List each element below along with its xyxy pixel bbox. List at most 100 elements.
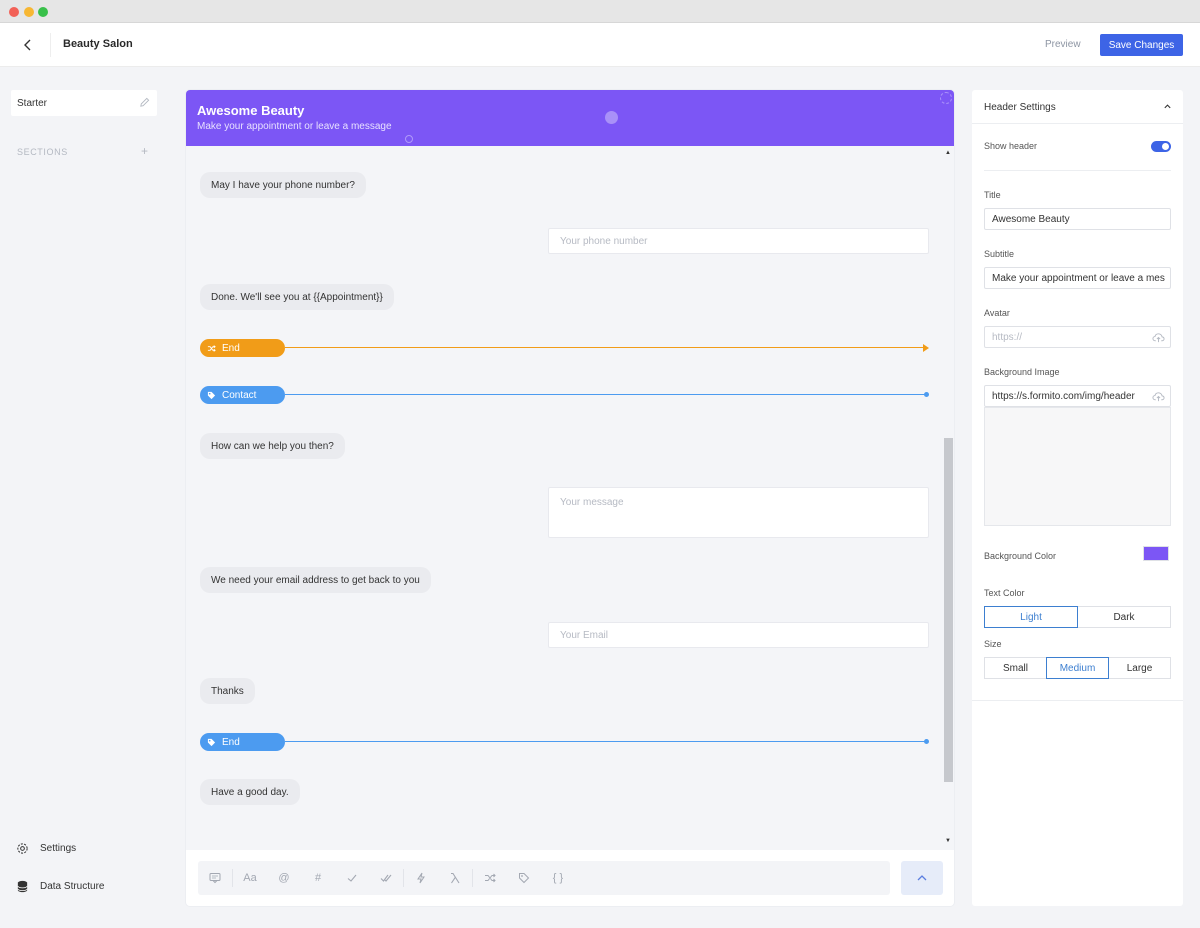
bot-message[interactable]: Done. We'll see you at {{Appointment}} (200, 284, 394, 310)
logic-label: Contact (222, 389, 257, 401)
tag-icon (207, 738, 216, 746)
chevron-left-icon (24, 39, 31, 51)
double-check-icon[interactable] (369, 861, 403, 895)
data-structure-label: Data Structure (40, 880, 105, 892)
header-decoration (605, 111, 618, 124)
topbar-divider (50, 33, 51, 57)
background-image-input[interactable]: https://s.formito.com/img/header (984, 385, 1148, 407)
tag-icon (207, 391, 216, 399)
title-label: Title (984, 190, 1001, 200)
avatar-url-input[interactable]: https:// (984, 326, 1148, 348)
number-input-icon[interactable]: # (301, 861, 335, 895)
preview-link[interactable]: Preview (1045, 39, 1081, 50)
logic-connector (285, 347, 923, 348)
bot-message[interactable]: We need your email address to get back t… (200, 567, 431, 593)
text-color-dark-button[interactable]: Dark (1077, 606, 1171, 628)
logic-pill-end[interactable]: End (200, 733, 285, 751)
add-section-button[interactable]: + (141, 144, 148, 158)
minimize-window-button[interactable] (24, 7, 34, 17)
top-bar: Beauty Salon Preview Save Changes (0, 23, 1200, 67)
show-header-label: Show header (984, 141, 1038, 151)
subtitle-label: Subtitle (984, 249, 1015, 259)
chat-header: Awesome Beauty Make your appointment or … (186, 90, 954, 146)
settings-panel-title: Header Settings (984, 102, 1056, 113)
background-image-upload-button[interactable] (1147, 385, 1171, 407)
logic-connector (285, 394, 925, 395)
size-selector: Small Medium Large (984, 657, 1171, 679)
pencil-icon[interactable] (139, 97, 150, 108)
close-window-button[interactable] (9, 7, 19, 17)
save-changes-button[interactable]: Save Changes (1100, 34, 1183, 56)
bot-message[interactable]: Thanks (200, 678, 255, 704)
shuffle-icon (207, 344, 216, 352)
phone-input[interactable]: Your phone number (548, 228, 929, 254)
logic-pill-end[interactable]: End (200, 339, 285, 357)
subtitle-input[interactable]: Make your appointment or leave a mes (984, 267, 1171, 289)
chat-header-subtitle: Make your appointment or leave a message (197, 121, 392, 132)
background-color-swatch[interactable] (1143, 546, 1169, 561)
braces-icon[interactable]: { } (541, 861, 575, 895)
connector-dot (924, 739, 929, 744)
email-input-icon[interactable]: @ (267, 861, 301, 895)
connector-dot (924, 392, 929, 397)
lambda-icon[interactable] (438, 861, 472, 895)
divider (984, 170, 1171, 171)
editor-toolbar: Aa @ # { } (198, 861, 890, 895)
chat-canvas: Awesome Beauty Make your appointment or … (186, 90, 954, 906)
size-medium-button[interactable]: Medium (1046, 657, 1109, 679)
logic-label: End (222, 736, 240, 748)
sidebar-item-starter[interactable]: Starter (11, 90, 157, 116)
chevron-up-icon (917, 875, 927, 881)
database-icon (17, 880, 28, 892)
message-icon[interactable] (198, 861, 232, 895)
header-settings-toggle[interactable]: Header Settings (972, 90, 1183, 124)
cloud-upload-icon (1152, 391, 1165, 401)
collapse-toolbar-button[interactable] (901, 861, 943, 895)
lightning-icon[interactable] (404, 861, 438, 895)
scroll-down-arrow[interactable]: ▼ (945, 838, 951, 844)
sections-label: SECTIONS (17, 147, 68, 157)
background-image-preview (984, 407, 1171, 526)
scrollbar-thumb[interactable] (944, 438, 953, 782)
chat-header-title: Awesome Beauty (197, 103, 305, 118)
settings-label: Settings (40, 842, 77, 854)
message-input[interactable]: Your message (548, 487, 929, 538)
check-icon[interactable] (335, 861, 369, 895)
bot-message[interactable]: How can we help you then? (200, 433, 345, 459)
size-label: Size (984, 639, 1002, 649)
chat-flow: May I have your phone number? Your phone… (186, 146, 954, 850)
settings-link[interactable]: Settings (16, 840, 76, 856)
header-settings-panel: Header Settings Show header Title Awesom… (972, 90, 1183, 906)
logic-row-end: End (200, 339, 929, 357)
gear-icon (17, 842, 28, 854)
logic-label: End (222, 342, 240, 354)
background-image-label: Background Image (984, 367, 1060, 377)
data-structure-link[interactable]: Data Structure (16, 878, 104, 894)
logic-pill-contact[interactable]: Contact (200, 386, 285, 404)
tag-icon[interactable] (507, 861, 541, 895)
size-large-button[interactable]: Large (1108, 657, 1171, 679)
avatar-upload-button[interactable] (1147, 326, 1171, 348)
back-button[interactable] (14, 33, 42, 57)
chevron-up-icon (1164, 104, 1171, 109)
cloud-upload-icon (1152, 332, 1165, 342)
avatar-label: Avatar (984, 308, 1010, 318)
title-input[interactable]: Awesome Beauty (984, 208, 1171, 230)
bot-message[interactable]: Have a good day. (200, 779, 300, 805)
bot-message[interactable]: May I have your phone number? (200, 172, 366, 198)
logic-connector (285, 741, 925, 742)
sidebar-item-label: Starter (17, 98, 48, 109)
text-input-icon[interactable]: Aa (233, 861, 267, 895)
text-color-light-button[interactable]: Light (984, 606, 1078, 628)
shuffle-icon[interactable] (473, 861, 507, 895)
text-color-label: Text Color (984, 588, 1025, 598)
text-color-selector: Light Dark (984, 606, 1171, 628)
email-input[interactable]: Your Email (548, 622, 929, 648)
show-header-toggle[interactable] (1151, 141, 1171, 152)
maximize-window-button[interactable] (38, 7, 48, 17)
editor-toolbar-area: Aa @ # { } (186, 850, 954, 906)
size-small-button[interactable]: Small (984, 657, 1047, 679)
logic-row-end: End (200, 733, 929, 751)
scroll-up-arrow[interactable]: ▲ (945, 150, 951, 156)
background-color-label: Background Color (984, 551, 1057, 561)
